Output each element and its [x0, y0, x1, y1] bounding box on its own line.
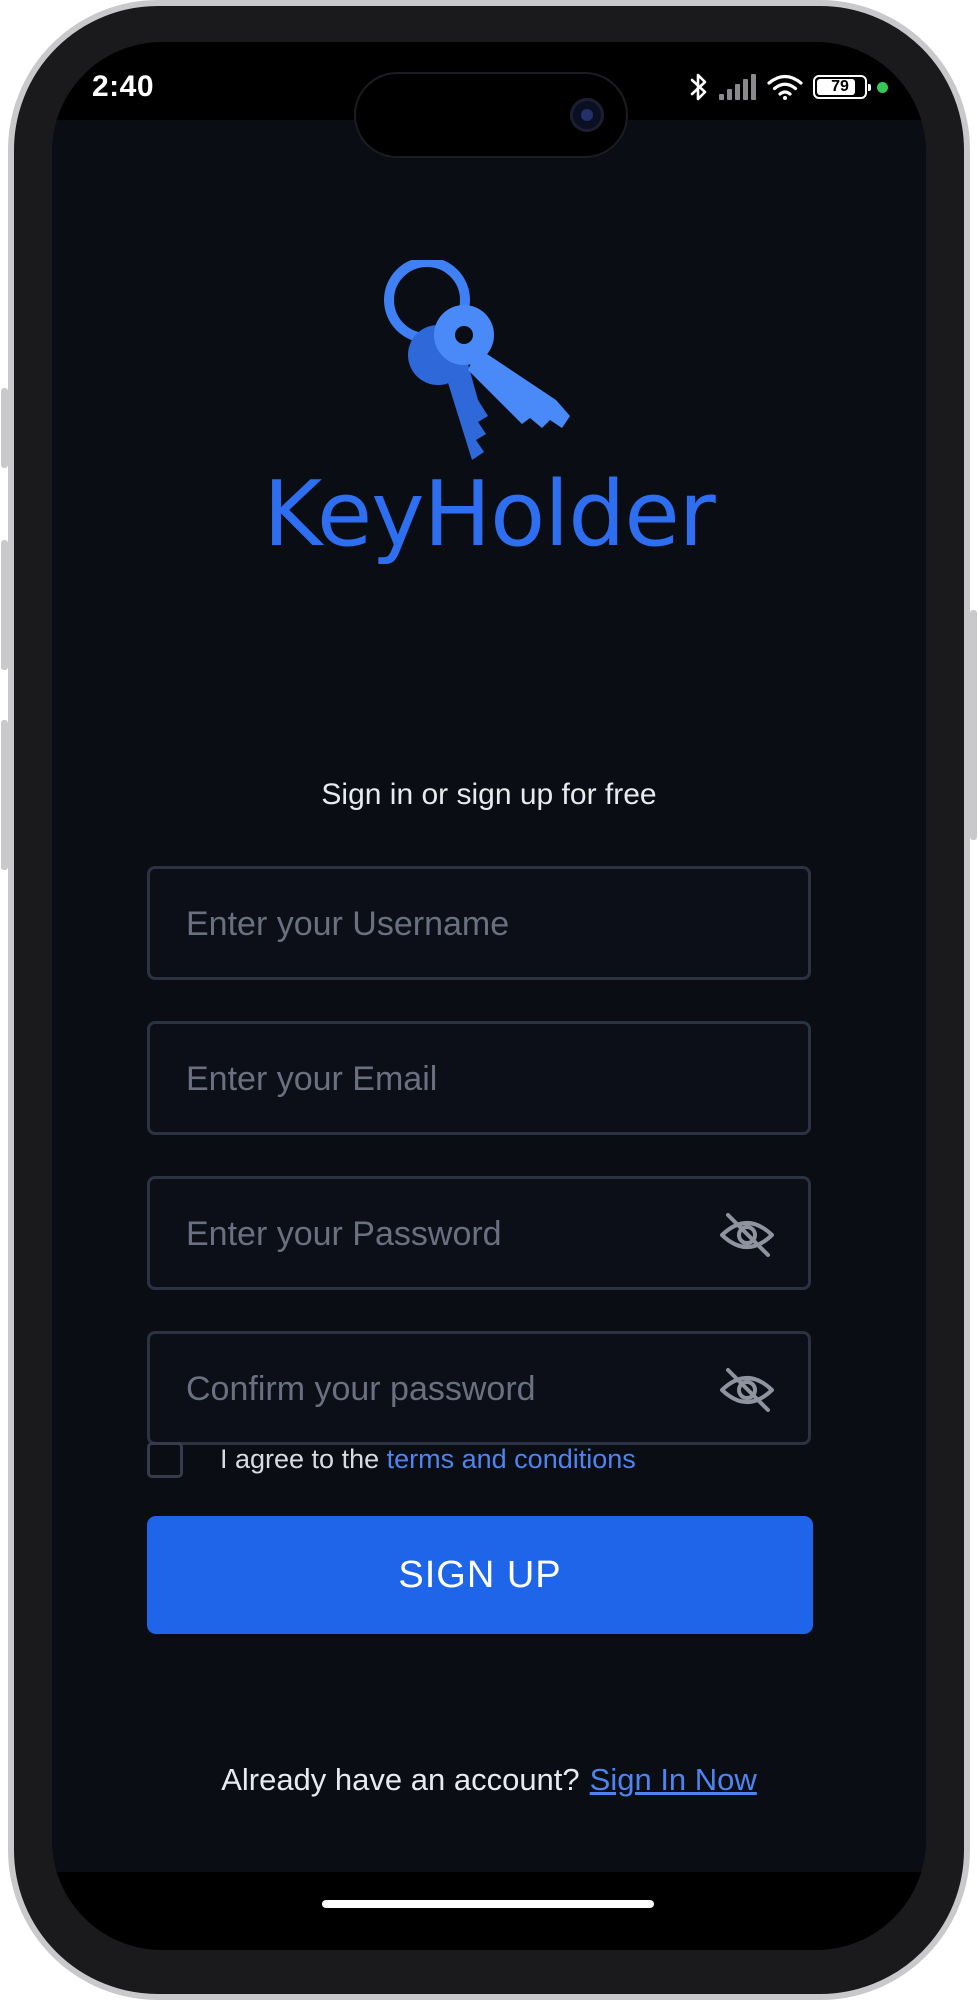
privacy-indicator — [877, 81, 888, 93]
brand-name: KeyHolder — [263, 462, 715, 567]
front-camera — [570, 98, 604, 132]
username-input[interactable] — [184, 869, 708, 979]
eye-off-icon[interactable] — [718, 1364, 776, 1416]
sign-up-button[interactable]: SIGN UP — [147, 1516, 813, 1634]
username-field[interactable] — [147, 866, 811, 980]
battery-icon: 79 — [813, 75, 871, 99]
terms-prefix: I agree to the — [220, 1444, 387, 1474]
action-button — [1, 388, 8, 468]
terms-checkbox[interactable] — [147, 1442, 183, 1478]
terms-link[interactable]: terms and conditions — [387, 1444, 636, 1474]
confirm-password-field[interactable] — [147, 1331, 811, 1445]
signal-icon — [719, 74, 756, 100]
password-field[interactable] — [147, 1176, 811, 1290]
email-field[interactable] — [147, 1021, 811, 1135]
status-icons: 79 — [689, 70, 888, 104]
volume-up-button — [1, 540, 8, 670]
page-subtitle: Sign in or sign up for free — [321, 778, 657, 811]
volume-down-button — [1, 720, 8, 870]
battery-level: 79 — [831, 78, 849, 95]
password-input[interactable] — [184, 1179, 708, 1289]
email-input[interactable] — [184, 1024, 708, 1134]
dynamic-island — [354, 72, 628, 158]
app-screen: 2:40 79 KeyHolder Sign in or sign up for… — [52, 42, 926, 1950]
keys-icon — [384, 260, 570, 460]
bottom-bar — [52, 1872, 926, 1950]
sign-in-prompt: Already have an account? Sign In Now — [52, 1762, 926, 1798]
eye-off-icon[interactable] — [718, 1209, 776, 1261]
bluetooth-icon — [690, 73, 707, 101]
sign-in-link[interactable]: Sign In Now — [590, 1762, 757, 1797]
confirm-password-input[interactable] — [184, 1334, 708, 1444]
status-time: 2:40 — [92, 70, 155, 103]
power-button — [970, 610, 977, 840]
terms-label: I agree to the terms and conditions — [220, 1444, 636, 1475]
wifi-icon — [767, 74, 803, 100]
home-indicator[interactable] — [322, 1900, 654, 1908]
account-prompt-text: Already have an account? — [221, 1762, 580, 1797]
